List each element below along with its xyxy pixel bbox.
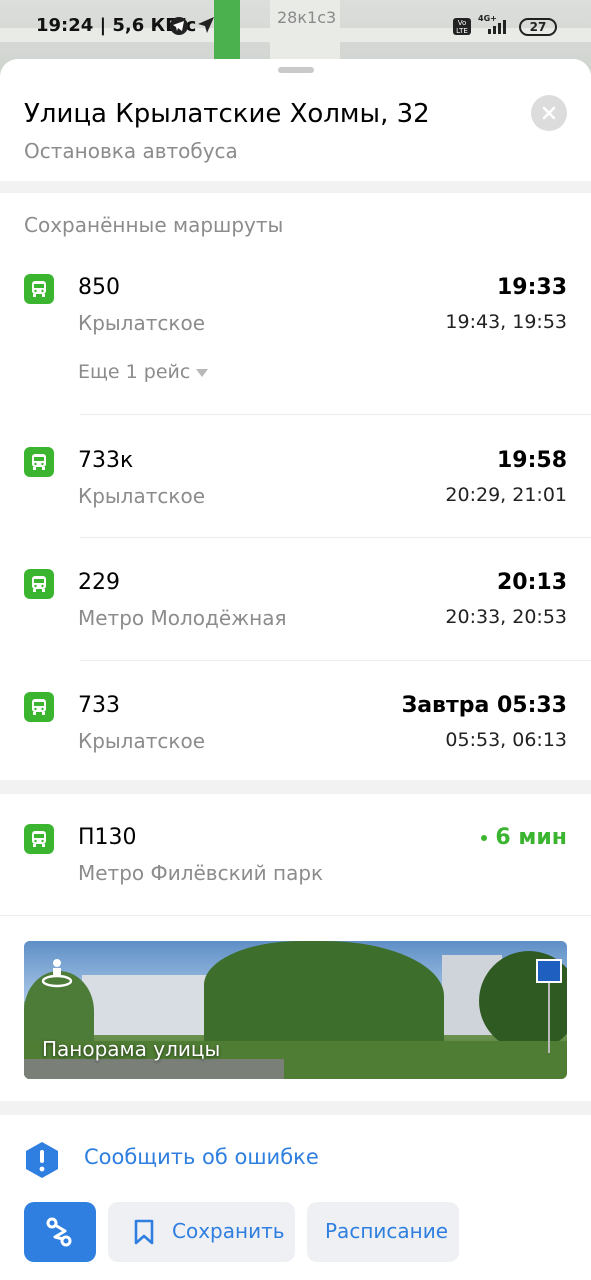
route-next-times: 19:43, 19:53 xyxy=(445,311,567,333)
saved-routes-card: Сохранённые маршруты 850 Крылатское 19:3… xyxy=(0,193,591,780)
chevron-down-icon xyxy=(196,368,209,377)
stop-sheet: Улица Крылатские Холмы, 32 Остановка авт… xyxy=(0,59,591,1280)
route-destination: Крылатское xyxy=(78,729,205,753)
panorama-label: Панорама улицы xyxy=(42,1037,221,1061)
drag-handle[interactable] xyxy=(278,67,314,73)
panorama-icon xyxy=(40,957,74,995)
bus-icon xyxy=(24,447,54,477)
route-destination: Метро Филёвский парк xyxy=(78,861,324,885)
route-arrival-time: 19:58 xyxy=(496,448,567,473)
stop-title: Улица Крылатские Холмы, 32 xyxy=(24,99,430,129)
route-next-times: 05:53, 06:13 xyxy=(445,729,567,751)
save-button[interactable]: Сохранить xyxy=(108,1202,295,1262)
route-row[interactable]: 733к Крылатское 19:58 20:29, 21:01 xyxy=(0,415,591,537)
schedule-button[interactable]: Расписание xyxy=(307,1202,459,1262)
bus-icon xyxy=(24,824,54,854)
route-destination: Крылатское xyxy=(78,311,205,335)
navigation-arrow-icon xyxy=(197,16,215,38)
route-number: 733к xyxy=(78,448,134,473)
route-row[interactable]: 229 Метро Молодёжная 20:13 20:33, 20:53 xyxy=(0,537,591,660)
telegram-icon xyxy=(170,17,188,35)
bookmark-icon xyxy=(134,1219,154,1245)
save-button-label: Сохранить xyxy=(172,1219,285,1243)
volte-icon: Vo LTE xyxy=(453,18,471,35)
live-eta-label: 6 мин xyxy=(495,825,567,850)
route-row[interactable]: П130 Метро Филёвский парк 6 мин xyxy=(0,794,591,914)
status-bar: 19:24 | 5,6 КБ/с Vo LTE 4G+ 27 xyxy=(0,0,591,54)
route-icon xyxy=(46,1217,72,1247)
report-error-icon xyxy=(24,1141,60,1183)
battery-icon: 27 xyxy=(519,18,557,36)
route-number: 229 xyxy=(78,570,120,595)
panorama-button[interactable] xyxy=(24,1202,96,1262)
header-card: Улица Крылатские Холмы, 32 Остановка авт… xyxy=(0,59,591,181)
route-arrival-time: 20:13 xyxy=(496,570,567,595)
live-eta: 6 мин xyxy=(481,825,567,850)
crosswalk-sign xyxy=(536,959,562,983)
divider xyxy=(0,915,591,916)
schedule-button-label: Расписание xyxy=(325,1219,449,1243)
route-destination: Крылатское xyxy=(78,484,205,508)
route-arrival-time: 19:33 xyxy=(496,275,567,300)
route-row[interactable]: 850 Крылатское 19:33 19:43, 19:53 Еще 1 … xyxy=(0,193,591,415)
close-button[interactable] xyxy=(531,95,567,131)
more-trips-toggle[interactable]: Еще 1 рейс xyxy=(78,361,209,383)
bus-icon xyxy=(24,274,54,304)
bus-icon xyxy=(24,692,54,722)
route-row[interactable]: 733 Крылатское Завтра 05:33 05:53, 06:13 xyxy=(0,660,591,780)
close-icon xyxy=(542,106,556,120)
street-panorama[interactable]: Панорама улицы xyxy=(24,941,567,1079)
route-arrival-time: Завтра 05:33 xyxy=(401,693,567,718)
signal-icon xyxy=(488,18,510,38)
route-next-times: 20:29, 21:01 xyxy=(445,484,567,506)
live-indicator-icon xyxy=(481,835,488,841)
route-next-times: 20:33, 20:53 xyxy=(445,606,567,628)
route-number: 850 xyxy=(78,275,120,300)
route-number: 733 xyxy=(78,693,120,718)
more-trips-label: Еще 1 рейс xyxy=(78,361,191,383)
route-number: П130 xyxy=(78,825,137,850)
bus-icon xyxy=(24,569,54,599)
route-destination: Метро Молодёжная xyxy=(78,606,287,630)
stop-type: Остановка автобуса xyxy=(24,139,238,163)
report-error-link[interactable]: Сообщить об ошибке xyxy=(84,1145,319,1169)
